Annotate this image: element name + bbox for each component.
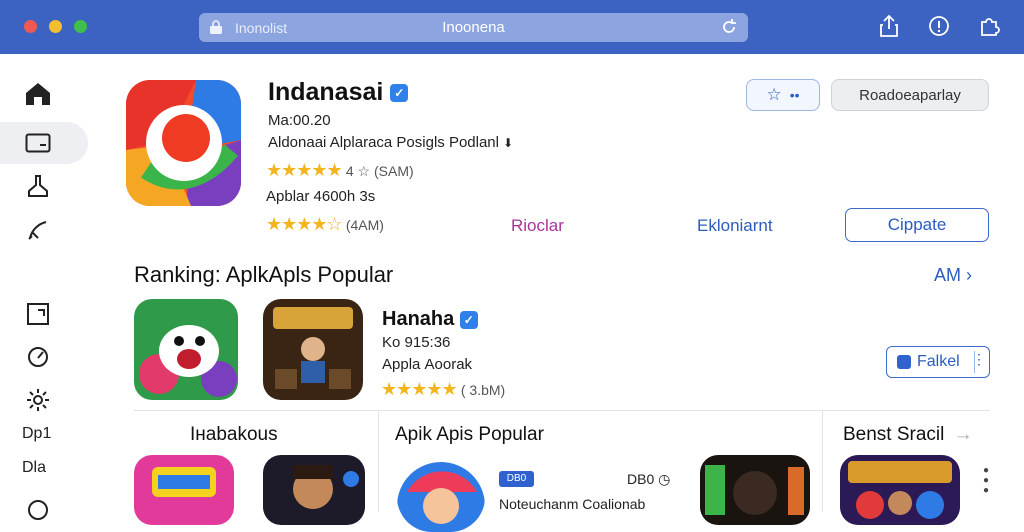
ranking-section-title: Ranking: AplkApls Popular (134, 262, 394, 287)
see-all-link[interactable]: AM › (934, 265, 972, 286)
app-title-text: Indanasai (268, 78, 384, 106)
left-thumb-1[interactable] (134, 455, 234, 525)
app-title: Indanasai ✓ (268, 78, 409, 107)
link-purple[interactable]: Rioclar (511, 216, 564, 236)
close-window-button[interactable] (24, 20, 37, 33)
rating-count-2: (4AM) (345, 217, 384, 233)
home-icon[interactable] (16, 76, 60, 112)
app-hero-icon[interactable] (126, 80, 241, 206)
secondary-action-button[interactable]: Roadoeaparlay (831, 79, 989, 111)
link-blue[interactable]: Ekloniarnt (697, 216, 773, 236)
column-title-right-text: Benst Sracil (843, 424, 945, 445)
rating-stars-2: ★★★★☆ (266, 214, 343, 234)
ranking-get-button[interactable]: Falkel ⋮ (886, 346, 990, 378)
updates-icon[interactable] (16, 296, 60, 332)
settings-icon[interactable] (16, 382, 60, 418)
middle-small-text-value: DB0 (627, 471, 655, 487)
column-title-middle: Apik Apis Popular (395, 424, 544, 445)
more-icon[interactable]: ⋮ (972, 351, 986, 368)
ranking-thumb-2[interactable] (263, 299, 363, 400)
chevron-right-icon: › (966, 265, 973, 285)
column-divider-1 (378, 411, 379, 512)
rating-row-1: ★★★★★ 4 ☆ (SAM) (266, 160, 414, 181)
speed-icon[interactable] (16, 339, 60, 375)
ranking-item-version: Ko 915:36 (382, 334, 451, 351)
ranking-item-rating: ★★★★★ ( 3.bM) (381, 379, 505, 400)
share-icon[interactable] (876, 14, 902, 40)
verified-icon: ✓ (459, 310, 478, 329)
zoom-window-button[interactable] (74, 20, 87, 33)
ranking-thumb-1[interactable] (134, 299, 238, 400)
sidebar: Dp1 Dla (0, 54, 100, 520)
column-title-left: Iнabakous (190, 424, 278, 445)
rating-row-2: ★★★★☆ (4AM) (266, 214, 384, 235)
arrow-down-icon: ⬇ (503, 136, 514, 150)
ranking-item-title-text: Hanaha (382, 308, 455, 330)
middle-thumb-2[interactable] (700, 455, 810, 525)
middle-badge: DB0 (499, 471, 534, 487)
more-options-icon[interactable]: ● ● ● (982, 466, 990, 496)
chevron-right-icon: → (953, 424, 973, 445)
account-icon[interactable] (16, 492, 60, 528)
extension-icon[interactable] (976, 14, 1002, 40)
sidebar-item-dp1[interactable]: Dp1 (22, 425, 51, 443)
ranking-item-title: Hanaha ✓ (382, 308, 478, 331)
right-thumb[interactable] (840, 455, 960, 525)
primary-action-button[interactable]: Cippate (845, 208, 989, 242)
app-subtitle-text: Aldonaai Alplaraca Posigls Podlanl (268, 134, 499, 151)
middle-thumb[interactable] (397, 462, 485, 532)
column-title-right[interactable]: Benst Sracil → (843, 424, 973, 446)
verified-icon: ✓ (390, 84, 409, 103)
minimize-window-button[interactable] (49, 20, 62, 33)
section-divider (134, 410, 990, 411)
star-icon: ☆ (766, 85, 782, 104)
arcade-icon[interactable] (16, 212, 60, 248)
app-subtitle: Aldonaai Alplaraca Posigls Podlanl ⬇ (268, 134, 513, 151)
address-text: Inoonena (442, 19, 505, 36)
clock-icon: ◷ (658, 471, 671, 487)
left-thumb-2[interactable] (263, 455, 365, 525)
middle-small-text: DB0 ◷ (627, 471, 670, 488)
address-bar[interactable]: Inonolist Inoonena (199, 13, 748, 42)
column-divider-2 (822, 411, 823, 512)
more-icon: •• (789, 87, 800, 103)
favorite-button[interactable]: ☆ •• (746, 79, 820, 111)
reload-icon[interactable] (720, 18, 738, 41)
rating-stars-3: ★★★★★ (381, 379, 458, 399)
middle-description: Noteuchanm Coalionab (499, 496, 646, 512)
sidebar-item-dla[interactable]: Dla (22, 459, 46, 477)
app-size: Apblar 4600h 3s (266, 188, 376, 205)
see-all-text: AM (934, 265, 961, 285)
shield-icon (897, 355, 911, 369)
ranking-item-subtitle: Applа Aoorak (382, 356, 473, 373)
ranking-get-label: Falkel (917, 353, 960, 370)
games-icon[interactable] (16, 168, 60, 204)
title-bar: Inonolist Inoonena (0, 0, 1024, 54)
rating-count-3: ( 3.bM) (460, 382, 506, 398)
rating-stars: ★★★★★ (266, 160, 343, 180)
rating-count: 4 ☆ (SAM) (345, 163, 414, 179)
info-icon[interactable] (926, 14, 952, 40)
app-version: Ma:00.20 (268, 112, 331, 129)
apps-icon[interactable] (16, 125, 60, 161)
